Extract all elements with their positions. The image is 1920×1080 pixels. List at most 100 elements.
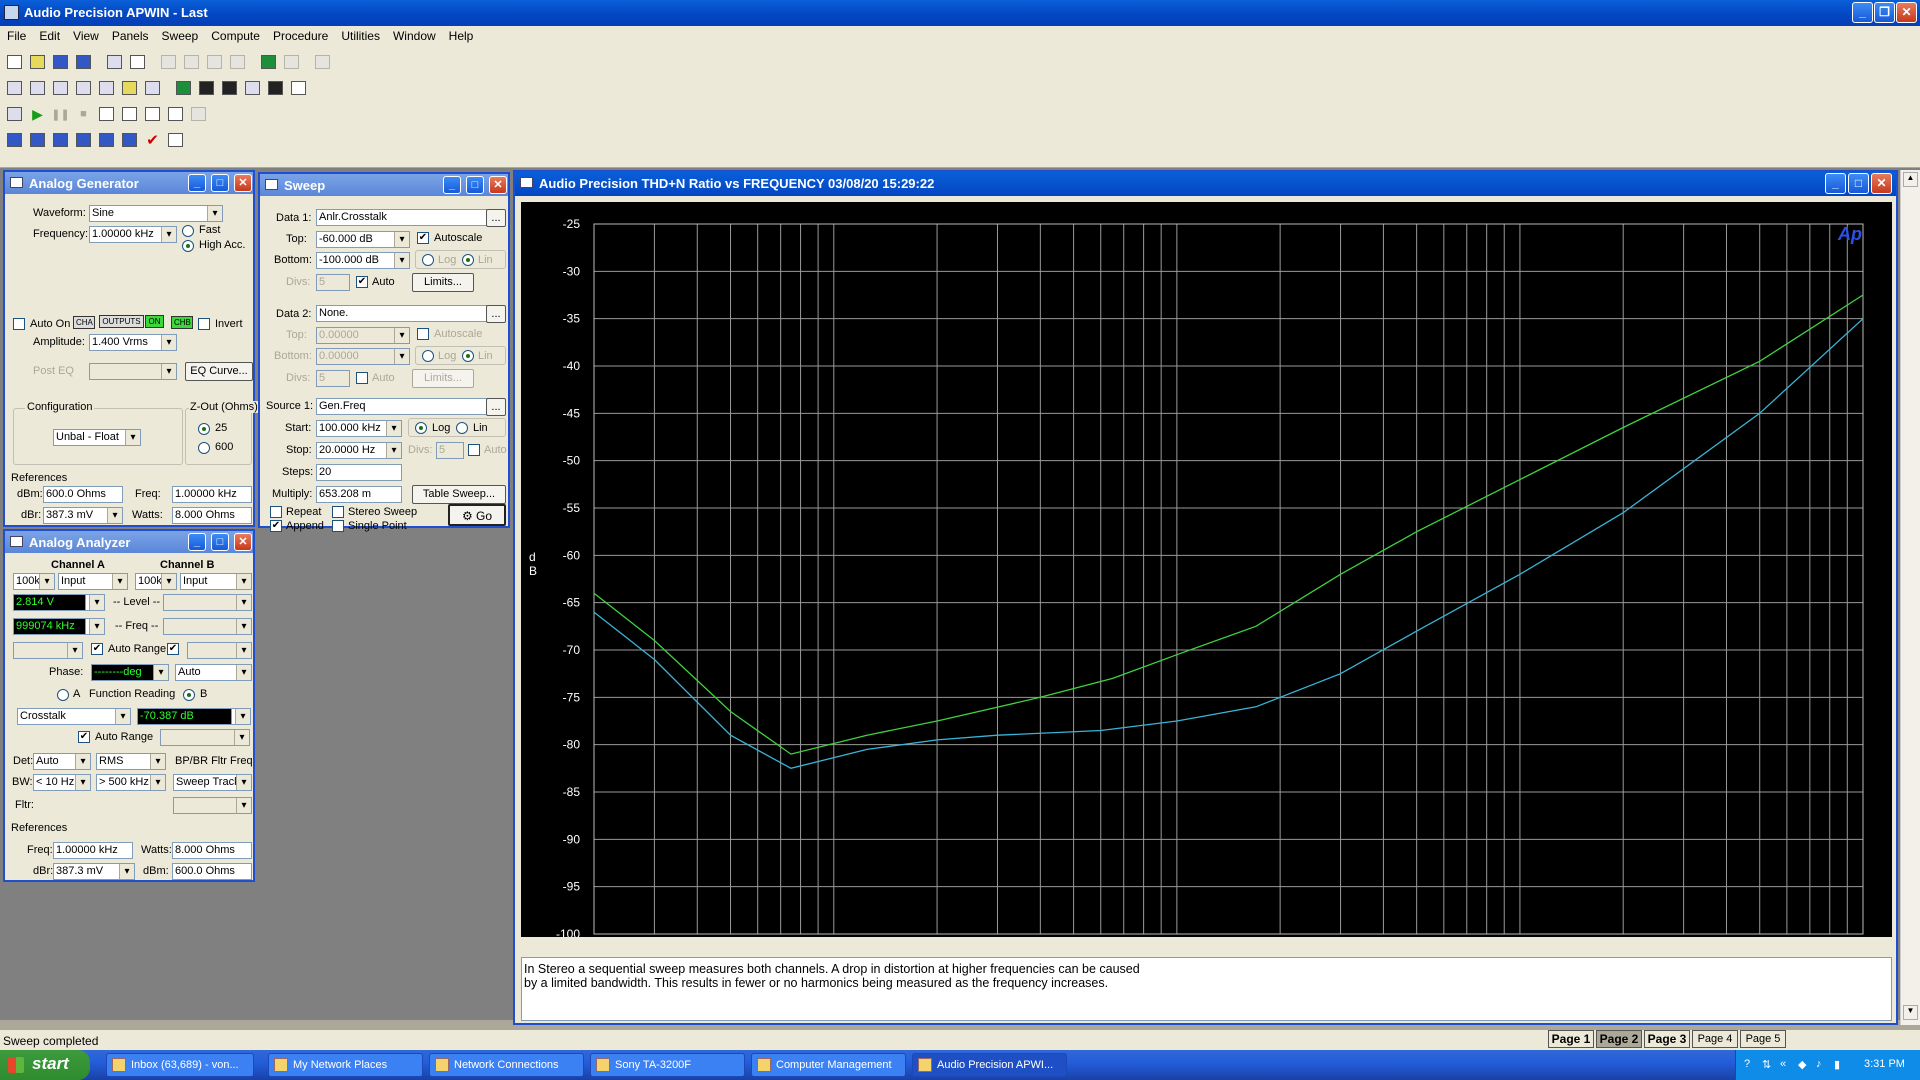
maximize-button[interactable]: □ bbox=[211, 533, 229, 551]
fft-icon[interactable] bbox=[73, 130, 94, 151]
check-icon[interactable]: ✔ bbox=[142, 130, 163, 151]
top2-field[interactable]: 0.00000 bbox=[316, 327, 410, 344]
page-tab-4[interactable]: Page 4 bbox=[1692, 1030, 1738, 1048]
close-button[interactable]: ✕ bbox=[1896, 2, 1917, 23]
eq-curve-button[interactable]: EQ Curve... bbox=[185, 362, 253, 381]
open-icon[interactable] bbox=[27, 52, 48, 73]
save-icon[interactable] bbox=[50, 52, 71, 73]
page-tab-2[interactable]: Page 2 bbox=[1596, 1030, 1642, 1048]
taskbar-item-audio-precision[interactable]: Audio Precision APWI... bbox=[912, 1053, 1067, 1077]
prompt-icon[interactable] bbox=[165, 104, 186, 125]
auto-divs2-checkbox[interactable] bbox=[356, 372, 368, 384]
scroll-down-icon[interactable]: ▼ bbox=[1903, 1005, 1918, 1020]
analyzer-panel-icon[interactable] bbox=[27, 78, 48, 99]
settings-icon[interactable] bbox=[288, 78, 309, 99]
bw-low-select[interactable]: < 10 Hz bbox=[33, 774, 91, 791]
fast-radio[interactable] bbox=[182, 225, 194, 237]
close-button[interactable]: ✕ bbox=[1871, 173, 1892, 194]
debug-icon[interactable] bbox=[188, 104, 209, 125]
signal-icon[interactable]: ▮ bbox=[1834, 1058, 1840, 1071]
auto-divs-checkbox[interactable]: ✔ bbox=[356, 276, 368, 288]
menu-utilities[interactable]: Utilities bbox=[334, 26, 386, 43]
menu-panels[interactable]: Panels bbox=[105, 26, 155, 43]
divs2-field[interactable]: 5 bbox=[316, 370, 350, 387]
auto-range-b-select[interactable] bbox=[187, 642, 252, 659]
switcher-icon[interactable] bbox=[119, 78, 140, 99]
list-icon[interactable] bbox=[165, 130, 186, 151]
freq-a-unit-select[interactable] bbox=[85, 618, 105, 635]
close-button[interactable]: ✕ bbox=[234, 533, 252, 551]
freq-ref-field[interactable]: 1.00000 kHz bbox=[53, 842, 133, 859]
close-button[interactable]: ✕ bbox=[234, 174, 252, 192]
imd-icon[interactable] bbox=[96, 130, 117, 151]
source-lin-radio[interactable] bbox=[456, 422, 468, 434]
maximize-button[interactable]: □ bbox=[211, 174, 229, 192]
dbr-ref-field[interactable]: 387.3 mV bbox=[43, 507, 123, 524]
vertical-scrollbar[interactable]: ▲ ▼ bbox=[1900, 170, 1920, 1025]
phase-auto-select[interactable]: Auto bbox=[175, 664, 252, 681]
bar-graph-icon[interactable] bbox=[173, 78, 194, 99]
procedure-icon[interactable] bbox=[4, 104, 25, 125]
log-radio[interactable] bbox=[422, 254, 434, 266]
print-preview-icon[interactable] bbox=[127, 52, 148, 73]
wow-flutter-icon[interactable] bbox=[119, 130, 140, 151]
snr-icon[interactable] bbox=[50, 130, 71, 151]
start-field[interactable]: 100.000 kHz bbox=[316, 420, 402, 437]
auto-range-a-select[interactable] bbox=[13, 642, 83, 659]
menu-file[interactable]: File bbox=[0, 26, 32, 43]
limits-button[interactable]: Limits... bbox=[412, 273, 474, 292]
auto-range-checkbox[interactable]: ✔ bbox=[91, 643, 103, 655]
menu-sweep[interactable]: Sweep bbox=[155, 26, 205, 43]
new-icon[interactable] bbox=[4, 52, 25, 73]
save-all-icon[interactable] bbox=[73, 52, 94, 73]
maximize-button[interactable]: □ bbox=[466, 176, 484, 194]
minimize-button[interactable]: _ bbox=[188, 174, 206, 192]
log2-radio[interactable] bbox=[422, 350, 434, 362]
menu-procedure[interactable]: Procedure bbox=[266, 26, 334, 43]
page-tab-5[interactable]: Page 5 bbox=[1740, 1030, 1786, 1048]
volume-icon[interactable]: ♪ bbox=[1816, 1058, 1822, 1070]
dbm-ref-field[interactable]: 600.0 Ohms bbox=[172, 863, 252, 880]
function-a-radio[interactable] bbox=[57, 689, 69, 701]
report-icon[interactable] bbox=[281, 52, 302, 73]
shield-icon[interactable]: ◆ bbox=[1798, 1058, 1806, 1071]
chb-output-button[interactable]: CHB bbox=[171, 316, 193, 329]
function-select[interactable]: Crosstalk bbox=[17, 708, 131, 725]
auto-range-2-checkbox[interactable]: ✔ bbox=[78, 731, 90, 743]
auto-range-2-select[interactable] bbox=[160, 729, 250, 746]
restore-button[interactable]: ❐ bbox=[1874, 2, 1895, 23]
table-sweep-button[interactable]: Table Sweep... bbox=[412, 485, 506, 504]
graph-notes[interactable]: In Stereo a sequential sweep measures bo… bbox=[521, 957, 1892, 1021]
stop-field[interactable]: 20.0000 Hz bbox=[316, 442, 402, 459]
freq-ref-field[interactable]: 1.00000 kHz bbox=[172, 486, 252, 503]
spectrum-icon[interactable] bbox=[265, 78, 286, 99]
start-button[interactable]: start bbox=[0, 1050, 90, 1080]
scroll-up-icon[interactable]: ▲ bbox=[1903, 172, 1918, 187]
menu-edit[interactable]: Edit bbox=[32, 26, 66, 43]
dsp-icon[interactable] bbox=[73, 78, 94, 99]
data1-browse-button[interactable]: ... bbox=[486, 209, 506, 227]
input-a-select[interactable]: Input bbox=[58, 573, 128, 590]
minimize-button[interactable]: _ bbox=[1825, 173, 1846, 194]
bottom-field[interactable]: -100.000 dB bbox=[316, 252, 410, 269]
invert-checkbox[interactable] bbox=[198, 318, 210, 330]
frequency-field[interactable]: 1.00000 kHz bbox=[89, 226, 177, 243]
cut-icon[interactable] bbox=[181, 52, 202, 73]
copy-icon[interactable] bbox=[204, 52, 225, 73]
rms-select[interactable]: RMS bbox=[96, 753, 166, 770]
dbm-ref-field[interactable]: 600.0 Ohms bbox=[43, 486, 123, 503]
step-icon[interactable] bbox=[142, 104, 163, 125]
taskbar-item-network-places[interactable]: My Network Places bbox=[268, 1053, 423, 1077]
auto-on-checkbox[interactable] bbox=[13, 318, 25, 330]
taskbar-item-computer-management[interactable]: Computer Management bbox=[751, 1053, 906, 1077]
watts-ref-field[interactable]: 8.000 Ohms bbox=[172, 507, 252, 524]
level-a-unit-select[interactable] bbox=[85, 594, 105, 611]
lin2-radio[interactable] bbox=[462, 350, 474, 362]
minimize-button[interactable]: _ bbox=[188, 533, 206, 551]
multiply-field[interactable]: 653.208 m bbox=[316, 486, 402, 503]
cha-output-button[interactable]: CHA bbox=[73, 316, 95, 329]
paste-icon[interactable] bbox=[227, 52, 248, 73]
digital-io-icon[interactable] bbox=[50, 78, 71, 99]
outputs-on-button[interactable]: ON bbox=[145, 315, 164, 328]
waveform-select[interactable]: Sine bbox=[89, 205, 223, 222]
